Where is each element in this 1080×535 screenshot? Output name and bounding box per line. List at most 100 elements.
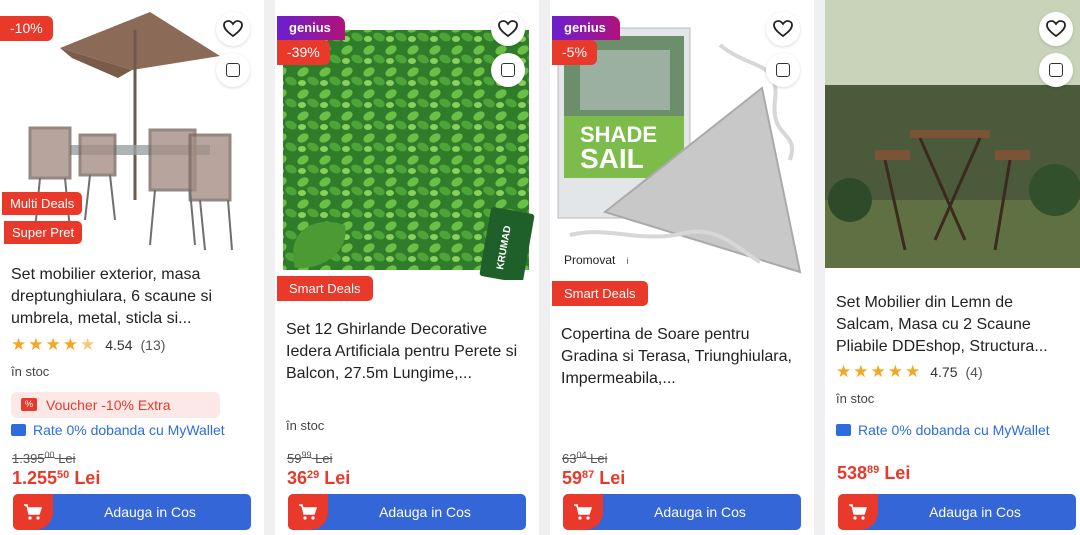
old-price: 6304 Lei [562, 450, 607, 466]
old-price-dec: 99 [301, 450, 312, 460]
compare-checkbox-icon [1049, 63, 1063, 77]
add-to-cart-button[interactable]: Adauga in Cos [288, 494, 526, 530]
old-price-dec: 00 [44, 450, 55, 460]
wishlist-button[interactable] [766, 12, 800, 46]
cart-icon [288, 494, 328, 530]
installments-label: Rate 0% dobanda cu MyWallet [858, 422, 1050, 438]
add-to-cart-label: Adauga in Cos [654, 504, 746, 520]
stock-status: în stoc [11, 364, 50, 379]
current-price: 1.25550 Lei [12, 468, 100, 489]
product-title[interactable]: Set mobilier exterior, masa dreptunghiul… [11, 264, 252, 330]
star-icon: ★ [853, 362, 869, 381]
price-int: 36 [287, 468, 308, 488]
add-to-cart-label: Adauga in Cos [104, 504, 196, 520]
discount-badge: -10% [0, 16, 53, 41]
wallet-icon [836, 424, 851, 436]
price-int: 1.255 [12, 468, 58, 488]
product-card[interactable]: -10% Multi Deals Super Pret Set mobilier… [0, 0, 264, 535]
rating: ★ ★ ★ ★ ★ 4.75 (4) [836, 363, 983, 380]
price-currency: Lei [599, 468, 626, 488]
super-pret-tag: Super Pret [4, 221, 83, 244]
add-to-cart-button[interactable]: Adauga in Cos [13, 494, 251, 530]
price-dec: 50 [57, 469, 70, 481]
wishlist-button[interactable] [216, 12, 250, 46]
cart-icon [13, 494, 53, 530]
compare-checkbox-icon [226, 63, 240, 77]
genius-badge: genius [552, 16, 620, 40]
voucher-icon: % [21, 398, 37, 411]
rating-value: 4.75 [930, 363, 958, 380]
old-price-int: 1.395 [12, 451, 45, 466]
balcony-set-illustration [825, 0, 1080, 268]
old-price-int: 59 [287, 451, 302, 466]
genius-badge: genius [277, 16, 345, 40]
smart-deals-tag: Smart Deals [552, 281, 648, 306]
stock-status: în stoc [286, 418, 325, 433]
review-count[interactable]: (13) [141, 337, 166, 353]
compare-checkbox-icon [776, 63, 790, 77]
current-price: 3629 Lei [287, 468, 350, 489]
smart-deals-tag: Smart Deals [277, 276, 373, 301]
price-currency: Lei [74, 468, 101, 488]
star-icon: ★ [836, 362, 852, 381]
add-to-cart-label: Adauga in Cos [929, 504, 1021, 520]
old-price-currency: Lei [315, 451, 333, 466]
product-title[interactable]: Copertina de Soare pentru Gradina si Ter… [561, 324, 802, 390]
info-icon[interactable]: i [621, 255, 633, 267]
old-price-int: 63 [562, 451, 577, 466]
compare-button[interactable] [766, 53, 800, 87]
star-icon: ★ [905, 362, 921, 381]
add-to-cart-button[interactable]: Adauga in Cos [563, 494, 801, 530]
promoted-text: Promovat [564, 253, 616, 267]
wishlist-button[interactable] [491, 12, 525, 46]
product-card[interactable]: SHADE SAIL genius -5% Promovat i Smart De… [550, 0, 814, 535]
old-price: 5999 Lei [287, 450, 332, 466]
compare-checkbox-icon [501, 63, 515, 77]
price-int: 59 [562, 468, 583, 488]
product-title[interactable]: Set Mobilier din Lemn de Salcam, Masa cu… [836, 292, 1068, 358]
voucher-badge[interactable]: % Voucher -10% Extra [11, 392, 220, 418]
compare-button[interactable] [491, 53, 525, 87]
package-text-sail: SAIL [580, 143, 644, 174]
installments-link[interactable]: Rate 0% dobanda cu MyWallet [11, 422, 225, 438]
price-dec: 29 [307, 469, 320, 481]
product-card[interactable]: Set Mobilier din Lemn de Salcam, Masa cu… [825, 0, 1080, 535]
price-currency: Lei [324, 468, 351, 488]
cart-icon [563, 494, 603, 530]
compare-button[interactable] [1039, 53, 1073, 87]
price-dec: 89 [867, 464, 880, 476]
star-icon: ★ [870, 362, 886, 381]
product-image[interactable] [825, 0, 1080, 268]
cart-icon [838, 494, 878, 530]
wishlist-button[interactable] [1039, 12, 1073, 46]
old-price-currency: Lei [58, 451, 76, 466]
current-price: 5987 Lei [562, 468, 625, 489]
add-to-cart-label: Adauga in Cos [379, 504, 471, 520]
installments-link[interactable]: Rate 0% dobanda cu MyWallet [836, 422, 1050, 438]
multi-deals-tag: Multi Deals [2, 192, 83, 215]
product-card[interactable]: KRUMAD genius -39% Smart Deals Set 12 Gh… [275, 0, 539, 535]
old-price: 1.39500 Lei [12, 450, 76, 466]
voucher-label: Voucher -10% Extra [46, 397, 171, 413]
product-title[interactable]: Set 12 Ghirlande Decorative Iedera Artif… [286, 319, 527, 385]
discount-badge: -39% [277, 40, 330, 65]
heart-icon [1046, 20, 1066, 38]
add-to-cart-button[interactable]: Adauga in Cos [838, 494, 1076, 530]
star-icon: ★ [80, 335, 96, 354]
installments-label: Rate 0% dobanda cu MyWallet [33, 422, 225, 438]
compare-button[interactable] [216, 53, 250, 87]
price-int: 538 [837, 463, 868, 483]
heart-icon [498, 20, 518, 38]
price-dec: 87 [582, 469, 595, 481]
review-count[interactable]: (4) [966, 364, 983, 380]
promoted-label[interactable]: Promovat i [558, 251, 640, 269]
heart-icon [773, 20, 793, 38]
current-price: 53889 Lei [837, 463, 910, 484]
price-currency: Lei [884, 463, 911, 483]
star-icon: ★ [62, 335, 78, 354]
star-icon: ★ [887, 362, 903, 381]
star-icon: ★ [45, 335, 61, 354]
product-grid: -10% Multi Deals Super Pret Set mobilier… [0, 0, 1080, 535]
rating-value: 4.54 [105, 336, 133, 353]
star-icon: ★ [11, 335, 27, 354]
